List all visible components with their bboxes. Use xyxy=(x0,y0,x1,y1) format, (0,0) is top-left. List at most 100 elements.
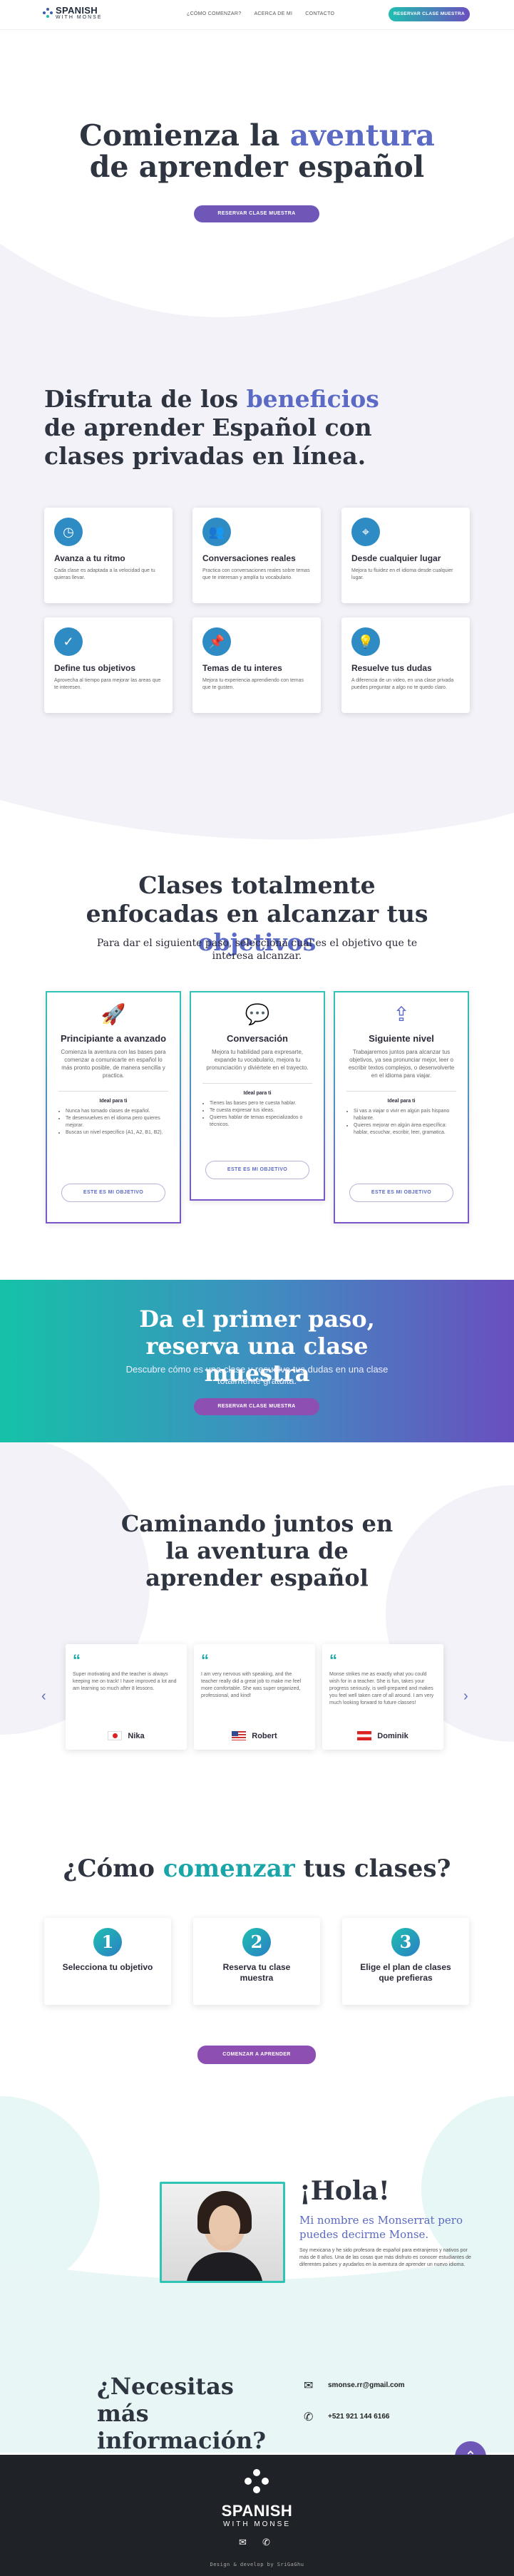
level-card: 💬 Conversación Mejora tu habilidad para … xyxy=(190,991,325,1201)
level-card: ⇪ Siguiente nivel Trabajaremos juntos pa… xyxy=(334,991,469,1223)
phone-link[interactable]: +521 921 144 6166 xyxy=(328,2413,389,2421)
level-text: Mejora tu habilidad para expresarte, exp… xyxy=(206,1049,309,1071)
users-icon: 👥 xyxy=(202,518,231,546)
level-list: Nunca has tomado clases de español. Te d… xyxy=(66,1108,167,1136)
pin-icon: 📌 xyxy=(202,627,231,656)
carousel-prev-icon[interactable]: ‹ xyxy=(41,1688,46,1705)
footer-whatsapp-icon[interactable]: ✆ xyxy=(262,2537,270,2548)
testimonials-title: Caminando juntos en la aventura de apren… xyxy=(120,1510,394,1591)
level-list: Si vas a viajar o vivir en algún país hi… xyxy=(354,1108,455,1136)
footer-credit: Design & develop by SriGaGhu xyxy=(210,2562,304,2567)
contact-title: ¿Necesitas más información? xyxy=(97,2373,266,2454)
next-level-icon: ⇪ xyxy=(393,1003,410,1025)
quote-icon: “ xyxy=(201,1651,209,1669)
logo-main-text: SPANISH xyxy=(56,5,98,16)
list-item: Te desenvuelves en el idioma pero quiere… xyxy=(66,1115,167,1129)
level-title: Principiante a avanzado xyxy=(60,1033,167,1044)
step-title: Elige el plan de clases que prefieras xyxy=(360,1962,451,1983)
benefits-title: Disfruta de los beneficios de aprender E… xyxy=(44,385,379,470)
japan-flag-icon xyxy=(108,1731,123,1740)
testimonial-text: Super motivating and the teacher is alwa… xyxy=(73,1672,177,1691)
list-item: Nunca has tomado clases de español. xyxy=(66,1108,167,1115)
benefit-text: Mejora tu experiencia aprendiendo con te… xyxy=(202,678,304,690)
list-item: Quieres hablar de temas especializados o… xyxy=(210,1114,311,1129)
start-learning-button[interactable]: COMENZAR A APRENDER xyxy=(197,2046,316,2064)
whatsapp-icon: ✆ xyxy=(304,2411,314,2423)
logo[interactable]: SPANISH WITH MONSE xyxy=(43,6,103,20)
testimonial-card: “ I am very nervous with speaking, and t… xyxy=(194,1644,315,1750)
benefit-card: ◷ Avanza a tu ritmo Cada clase es adapta… xyxy=(44,508,173,603)
benefit-card: ⌖ Desde cualquier lugar Mejora tu fluide… xyxy=(341,508,470,603)
benefit-title: Define tus objetivos xyxy=(54,663,136,673)
check-circle-icon: ✓ xyxy=(54,627,83,656)
step-card: 3 Elige el plan de clases que prefieras xyxy=(342,1918,469,2005)
site-header: SPANISH WITH MONSE ¿CÓMO COMENZAR? ACERC… xyxy=(0,0,514,30)
hero-reserve-button[interactable]: RESERVAR CLASE MUESTRA xyxy=(194,205,319,222)
email-link[interactable]: smonse.rr@gmail.com xyxy=(328,2381,405,2389)
step-card: 1 Selecciona tu objetivo xyxy=(44,1918,171,2005)
benefit-title: Conversaciones reales xyxy=(202,553,296,563)
list-item: Si vas a viajar o vivir en algún país hi… xyxy=(354,1108,455,1122)
clock-icon: ◷ xyxy=(54,518,83,546)
step-number: 2 xyxy=(242,1928,271,1956)
carousel-next-icon[interactable]: › xyxy=(463,1688,468,1705)
wave-divider xyxy=(0,813,514,877)
level-card: 🚀 Principiante a avanzado Comienza la av… xyxy=(46,991,181,1223)
testimonial-card: “ Super motivating and the teacher is al… xyxy=(66,1644,187,1750)
benefit-card: 👥 Conversaciones reales Practica con con… xyxy=(192,508,321,603)
choose-objective-button[interactable]: ESTE ES MI OBJETIVO xyxy=(349,1184,453,1202)
logo-mark-icon xyxy=(43,8,53,18)
step-number: 1 xyxy=(93,1928,122,1956)
testimonial-card: “ Monse strikes me as exactly what you c… xyxy=(322,1644,443,1750)
footer-logo-mark-icon xyxy=(242,2469,271,2498)
austria-flag-icon xyxy=(357,1731,372,1740)
level-ideal-label: Ideal para ti xyxy=(387,1099,416,1104)
choose-objective-button[interactable]: ESTE ES MI OBJETIVO xyxy=(61,1184,165,1202)
about-title: ¡Hola! xyxy=(299,2176,390,2206)
header-reserve-button[interactable]: RESERVAR CLASE MUESTRA xyxy=(389,7,470,21)
profile-photo xyxy=(160,2182,285,2283)
location-icon: ⌖ xyxy=(351,518,380,546)
footer-logo-sub: WITH MONSE xyxy=(223,2520,291,2528)
testimonial-author: Nika xyxy=(128,1731,145,1740)
quote-icon: “ xyxy=(73,1651,81,1669)
about-subtitle: Mi nombre es Monserrat pero puedes decir… xyxy=(299,2214,463,2241)
testimonial-author: Dominik xyxy=(377,1731,408,1740)
benefit-title: Avanza a tu ritmo xyxy=(54,553,125,563)
footer-email-icon[interactable]: ✉ xyxy=(239,2537,247,2548)
nav-como-comenzar[interactable]: ¿CÓMO COMENZAR? xyxy=(187,11,241,16)
benefit-text: A diferencia de un video, en una clase p… xyxy=(351,678,454,690)
site-footer: SPANISH WITH MONSE ✉ ✆ Design & develop … xyxy=(0,2455,514,2576)
email-icon: ✉ xyxy=(304,2380,314,2392)
main-nav: ¿CÓMO COMENZAR? ACERCA DE MI CONTACTO xyxy=(187,11,334,16)
steps-title: ¿Cómo comenzar tus clases? xyxy=(63,1854,451,1883)
testimonial-text: Monse strikes me as exactly what you cou… xyxy=(329,1672,434,1705)
step-title: Selecciona tu objetivo xyxy=(62,1962,153,1972)
level-list: Tienes las bases pero te cuesta hablar. … xyxy=(210,1100,311,1129)
banner-reserve-button[interactable]: RESERVAR CLASE MUESTRA xyxy=(194,1398,319,1415)
hero-title: Comienza la aventura de aprender español xyxy=(79,118,435,184)
benefit-text: Mejora tu fluidez en el idioma desde cua… xyxy=(351,568,453,580)
benefit-title: Resuelve tus dudas xyxy=(351,663,432,673)
list-item: Te cuesta expresar tus ideas. xyxy=(210,1107,311,1114)
level-text: Trabajaremos juntos para alcanzar tus ob… xyxy=(348,1049,455,1079)
level-text: Comienza la aventura con las bases para … xyxy=(61,1049,166,1079)
level-ideal-label: Ideal para ti xyxy=(243,1091,272,1096)
level-ideal-label: Ideal para ti xyxy=(99,1099,128,1104)
choose-objective-button[interactable]: ESTE ES MI OBJETIVO xyxy=(205,1161,309,1179)
level-title: Conversación xyxy=(227,1033,288,1044)
quote-icon: “ xyxy=(329,1651,337,1669)
nav-acerca-de-mi[interactable]: ACERCA DE MI xyxy=(254,11,292,16)
step-card: 2 Reserva tu clase muestra xyxy=(193,1918,320,2005)
benefit-title: Desde cualquier lugar xyxy=(351,553,441,563)
footer-logo-main: SPANISH xyxy=(221,2502,293,2520)
nav-contacto[interactable]: CONTACTO xyxy=(305,11,334,16)
level-title: Siguiente nivel xyxy=(369,1033,434,1044)
benefit-card: 📌 Temas de tu interes Mejora tu experien… xyxy=(192,617,321,713)
testimonial-text: I am very nervous with speaking, and the… xyxy=(201,1672,302,1698)
cta-banner: Da el primer paso, reserva una clase mue… xyxy=(0,1280,514,1442)
benefit-title: Temas de tu interes xyxy=(202,663,282,673)
benefit-card: 💡 Resuelve tus dudas A diferencia de un … xyxy=(341,617,470,713)
lightbulb-icon: 💡 xyxy=(351,627,380,656)
rocket-icon: 🚀 xyxy=(101,1003,126,1025)
